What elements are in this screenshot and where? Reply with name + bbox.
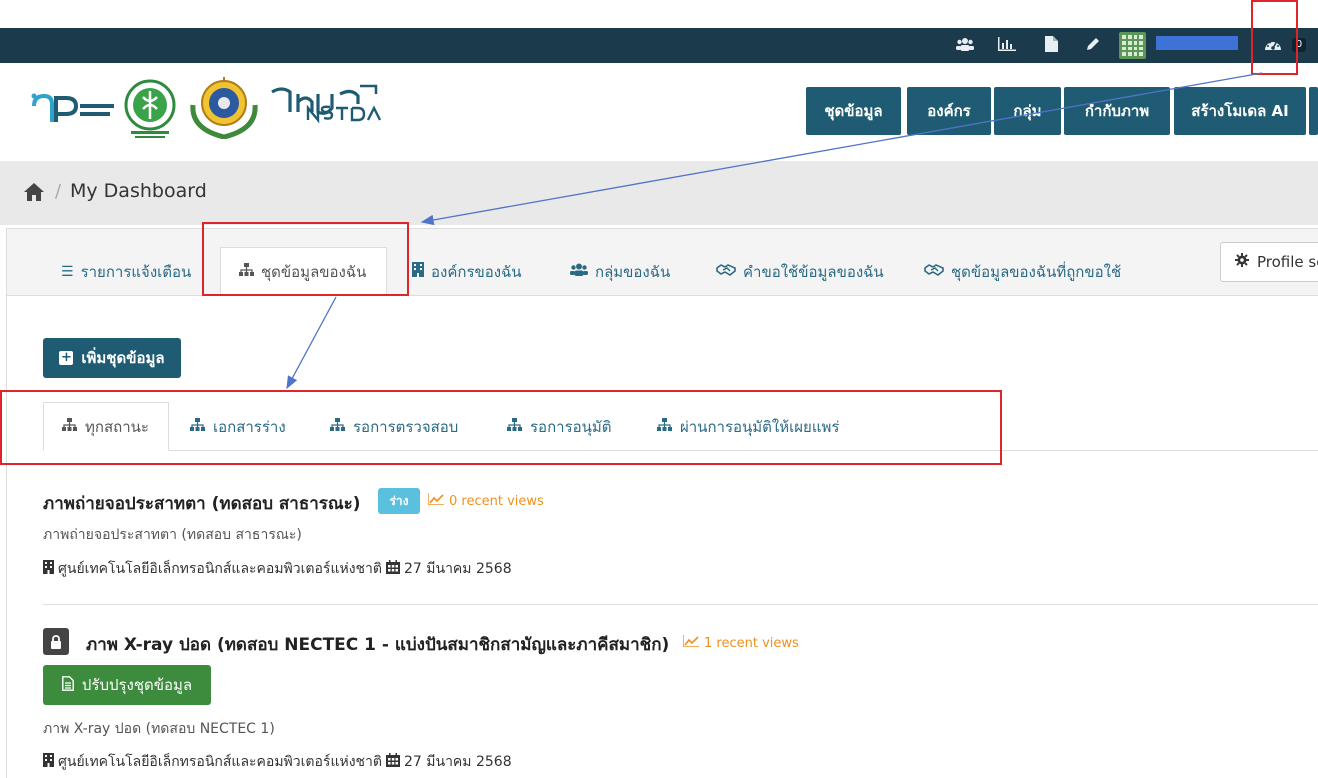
tab-label: องค์กรของฉัน bbox=[431, 262, 522, 281]
pencil-icon[interactable] bbox=[1082, 33, 1104, 55]
recent-views-label: 1 recent views bbox=[704, 635, 799, 651]
tab-label: คำขอใช้ข้อมูลของฉัน bbox=[743, 262, 884, 281]
tab-label: ชุดข้อมูลของฉันที่ถูกขอใช้ bbox=[951, 262, 1122, 281]
tab-notifications[interactable]: ☰ รายการแจ้งเตือน bbox=[61, 247, 191, 296]
recent-views: 1 recent views bbox=[682, 635, 799, 651]
dataset-date: 27 มีนาคม 2568 bbox=[404, 561, 512, 577]
top-strip bbox=[0, 0, 1318, 28]
file-text-icon bbox=[61, 675, 74, 695]
tab-label: รายการแจ้งเตือน bbox=[80, 262, 192, 281]
tab-label: กลุ่มของฉัน bbox=[595, 262, 671, 281]
profile-settings-button[interactable]: Profile se bbox=[1220, 242, 1318, 282]
dataset-title-link[interactable]: ภาพ X-ray ปอด (ทดสอบ NECTEC 1 - แบ่งปันส… bbox=[86, 631, 669, 658]
dataset-description: ภาพถ่ายจอประสาทตา (ทดสอบ สาธารณะ) bbox=[43, 527, 302, 543]
users-icon[interactable] bbox=[954, 33, 976, 55]
list-icon: ☰ bbox=[61, 263, 74, 280]
annotation-box-my-datasets-tab bbox=[202, 222, 409, 296]
dataset-meta: ศูนย์เทคโนโลยีอิเล็กทรอนิกส์และคอมพิวเตอ… bbox=[43, 558, 512, 580]
tab-my-requested-datasets[interactable]: ชุดข้อมูลของฉันที่ถูกขอใช้ bbox=[924, 247, 1121, 296]
calendar-icon bbox=[386, 753, 400, 771]
update-dataset-label: ปรับปรุงชุดข้อมูล bbox=[81, 676, 193, 694]
avatar[interactable] bbox=[1119, 32, 1146, 59]
nstda-logo[interactable] bbox=[268, 84, 388, 124]
update-dataset-button[interactable]: ปรับปรุงชุดข้อมูล bbox=[43, 665, 211, 705]
line-chart-icon bbox=[427, 493, 444, 509]
add-dataset-label: เพิ่มชุดข้อมูล bbox=[81, 349, 165, 367]
nav-create-ai-model-button[interactable]: สร้างโมเดล AI bbox=[1174, 87, 1306, 135]
nav-more-button[interactable] bbox=[1309, 87, 1318, 135]
home-icon[interactable] bbox=[23, 182, 45, 202]
recent-views-label: 0 recent views bbox=[449, 493, 544, 509]
nav-datasets-button[interactable]: ชุดข้อมูล bbox=[806, 87, 901, 135]
handshake-icon bbox=[924, 263, 944, 280]
nav-annotation-button[interactable]: กำกับภาพ bbox=[1064, 87, 1170, 135]
file-icon[interactable] bbox=[1040, 33, 1062, 55]
nav-organizations-button[interactable]: องค์กร bbox=[907, 87, 991, 135]
building-icon bbox=[43, 753, 54, 771]
annotation-box-dashboard bbox=[1251, 0, 1298, 75]
tab-my-groups[interactable]: กลุ่มของฉัน bbox=[570, 247, 670, 296]
users-icon bbox=[570, 263, 588, 280]
building-icon bbox=[412, 262, 424, 281]
promptpai-logo[interactable] bbox=[30, 88, 116, 132]
dms-logo[interactable] bbox=[121, 79, 179, 141]
page-title: My Dashboard bbox=[70, 180, 207, 202]
ministry-seal-logo[interactable] bbox=[187, 75, 261, 139]
building-icon bbox=[43, 560, 54, 578]
recent-views: 0 recent views bbox=[427, 493, 544, 509]
plus-square-icon: + bbox=[59, 350, 74, 365]
calendar-icon bbox=[386, 560, 400, 578]
lock-icon bbox=[43, 628, 69, 655]
tab-my-data-requests[interactable]: คำขอใช้ข้อมูลของฉัน bbox=[716, 247, 884, 296]
breadcrumb-separator: / bbox=[55, 181, 62, 202]
username-redacted[interactable] bbox=[1156, 36, 1238, 50]
dataset-date: 27 มีนาคม 2568 bbox=[404, 754, 512, 770]
nav-groups-button[interactable]: กลุ่ม bbox=[994, 87, 1061, 135]
profile-settings-label: Profile se bbox=[1257, 253, 1318, 271]
dataset-description: ภาพ X-ray ปอด (ทดสอบ NECTEC 1) bbox=[43, 721, 275, 737]
dataset-title-link[interactable]: ภาพถ่ายจอประสาทตา (ทดสอบ สาธารณะ) bbox=[43, 490, 361, 517]
bar-chart-icon[interactable] bbox=[996, 33, 1018, 55]
add-dataset-button[interactable]: + เพิ่มชุดข้อมูล bbox=[43, 338, 181, 378]
dataset-organization: ศูนย์เทคโนโลยีอิเล็กทรอนิกส์และคอมพิวเตอ… bbox=[58, 754, 382, 770]
gear-icon bbox=[1235, 253, 1249, 271]
dataset-divider bbox=[43, 604, 1318, 605]
annotation-box-status-subtabs bbox=[0, 390, 1002, 465]
draft-badge: ร่าง bbox=[378, 488, 420, 514]
dataset-organization: ศูนย์เทคโนโลยีอิเล็กทรอนิกส์และคอมพิวเตอ… bbox=[58, 561, 382, 577]
line-chart-icon bbox=[682, 635, 699, 651]
tab-my-organizations[interactable]: องค์กรของฉัน bbox=[412, 247, 522, 296]
dataset-meta: ศูนย์เทคโนโลยีอิเล็กทรอนิกส์และคอมพิวเตอ… bbox=[43, 751, 512, 773]
handshake-icon bbox=[716, 263, 736, 280]
